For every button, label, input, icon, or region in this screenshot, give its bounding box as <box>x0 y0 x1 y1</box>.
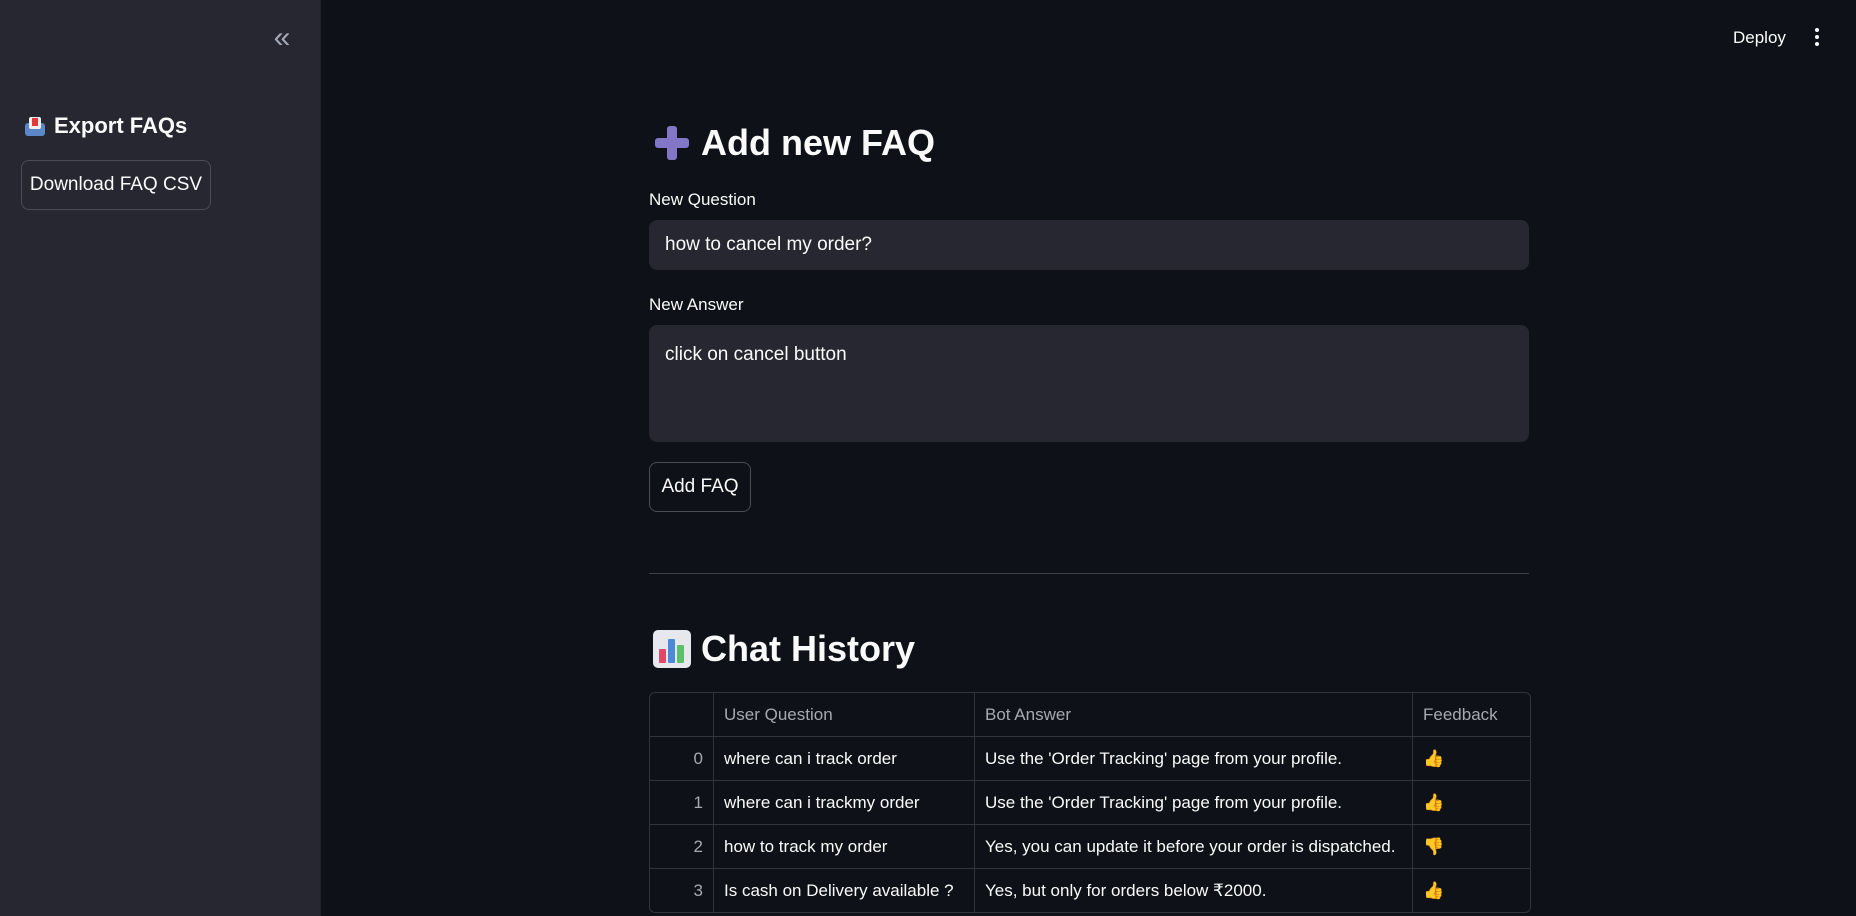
chat-history-title: Chat History <box>701 628 916 669</box>
table-row[interactable]: 2 how to track my order Yes, you can upd… <box>650 824 1530 868</box>
bot-answer-cell[interactable]: Yes, you can update it before your order… <box>974 825 1412 868</box>
inbox-tray-icon <box>24 115 46 137</box>
bot-answer-cell[interactable]: Yes, but only for orders below ₹2000. <box>974 869 1412 912</box>
bot-answer-cell[interactable]: Use the 'Order Tracking' page from your … <box>974 737 1412 780</box>
column-header-bot-answer[interactable]: Bot Answer <box>974 693 1412 736</box>
table-row[interactable]: 0 where can i track order Use the 'Order… <box>650 736 1530 780</box>
new-question-input[interactable]: how to cancel my order? <box>649 220 1529 270</box>
table-row[interactable]: 1 where can i trackmy order Use the 'Ord… <box>650 780 1530 824</box>
bot-answer-cell[interactable]: Use the 'Order Tracking' page from your … <box>974 781 1412 824</box>
new-question-label: New Question <box>649 190 756 209</box>
new-answer-textarea[interactable]: click on cancel button <box>649 325 1529 442</box>
chat-history-heading: Chat History <box>653 628 915 670</box>
sidebar-title: Export FAQs <box>24 113 187 139</box>
user-question-cell[interactable]: how to track my order <box>713 825 974 868</box>
deploy-button[interactable]: Deploy <box>1733 28 1786 48</box>
feedback-cell[interactable]: 👍 <box>1412 869 1529 912</box>
plus-icon <box>653 124 691 162</box>
feedback-cell[interactable]: 👍 <box>1412 737 1529 780</box>
download-faq-csv-button[interactable]: Download FAQ CSV <box>21 160 211 210</box>
new-answer-label: New Answer <box>649 295 744 314</box>
row-index: 3 <box>693 880 703 900</box>
sidebar-title-text: Export FAQs <box>54 113 188 138</box>
table-row[interactable]: 3 Is cash on Delivery available ? Yes, b… <box>650 868 1530 912</box>
thumbs-up-icon: 👍 <box>1423 748 1445 768</box>
row-index: 2 <box>693 836 703 856</box>
main-menu-icon[interactable] <box>1812 28 1822 50</box>
chat-history-table[interactable]: User Question Bot Answer Feedback 0 wher… <box>649 692 1531 913</box>
row-index: 1 <box>693 792 703 812</box>
column-header-index[interactable] <box>650 693 713 736</box>
thumbs-down-icon: 👎 <box>1423 836 1445 856</box>
user-question-cell[interactable]: Is cash on Delivery available ? <box>713 869 974 912</box>
column-header-feedback[interactable]: Feedback <box>1412 693 1529 736</box>
thumbs-up-icon: 👍 <box>1423 792 1445 812</box>
user-question-cell[interactable]: where can i track order <box>713 737 974 780</box>
table-header-row: User Question Bot Answer Feedback <box>650 693 1530 736</box>
bar-chart-icon <box>653 630 691 668</box>
user-question-cell[interactable]: where can i trackmy order <box>713 781 974 824</box>
sidebar: « Export FAQs Download FAQ CSV <box>0 0 321 916</box>
row-index: 0 <box>693 748 703 768</box>
collapse-sidebar-icon[interactable]: « <box>268 23 296 54</box>
feedback-cell[interactable]: 👍 <box>1412 781 1529 824</box>
feedback-cell[interactable]: 👎 <box>1412 825 1529 868</box>
divider <box>649 573 1529 574</box>
add-faq-button[interactable]: Add FAQ <box>649 462 751 512</box>
add-faq-heading: Add new FAQ <box>653 122 935 164</box>
column-header-user-question[interactable]: User Question <box>713 693 974 736</box>
thumbs-up-icon: 👍 <box>1423 880 1445 900</box>
add-faq-title: Add new FAQ <box>701 122 935 163</box>
